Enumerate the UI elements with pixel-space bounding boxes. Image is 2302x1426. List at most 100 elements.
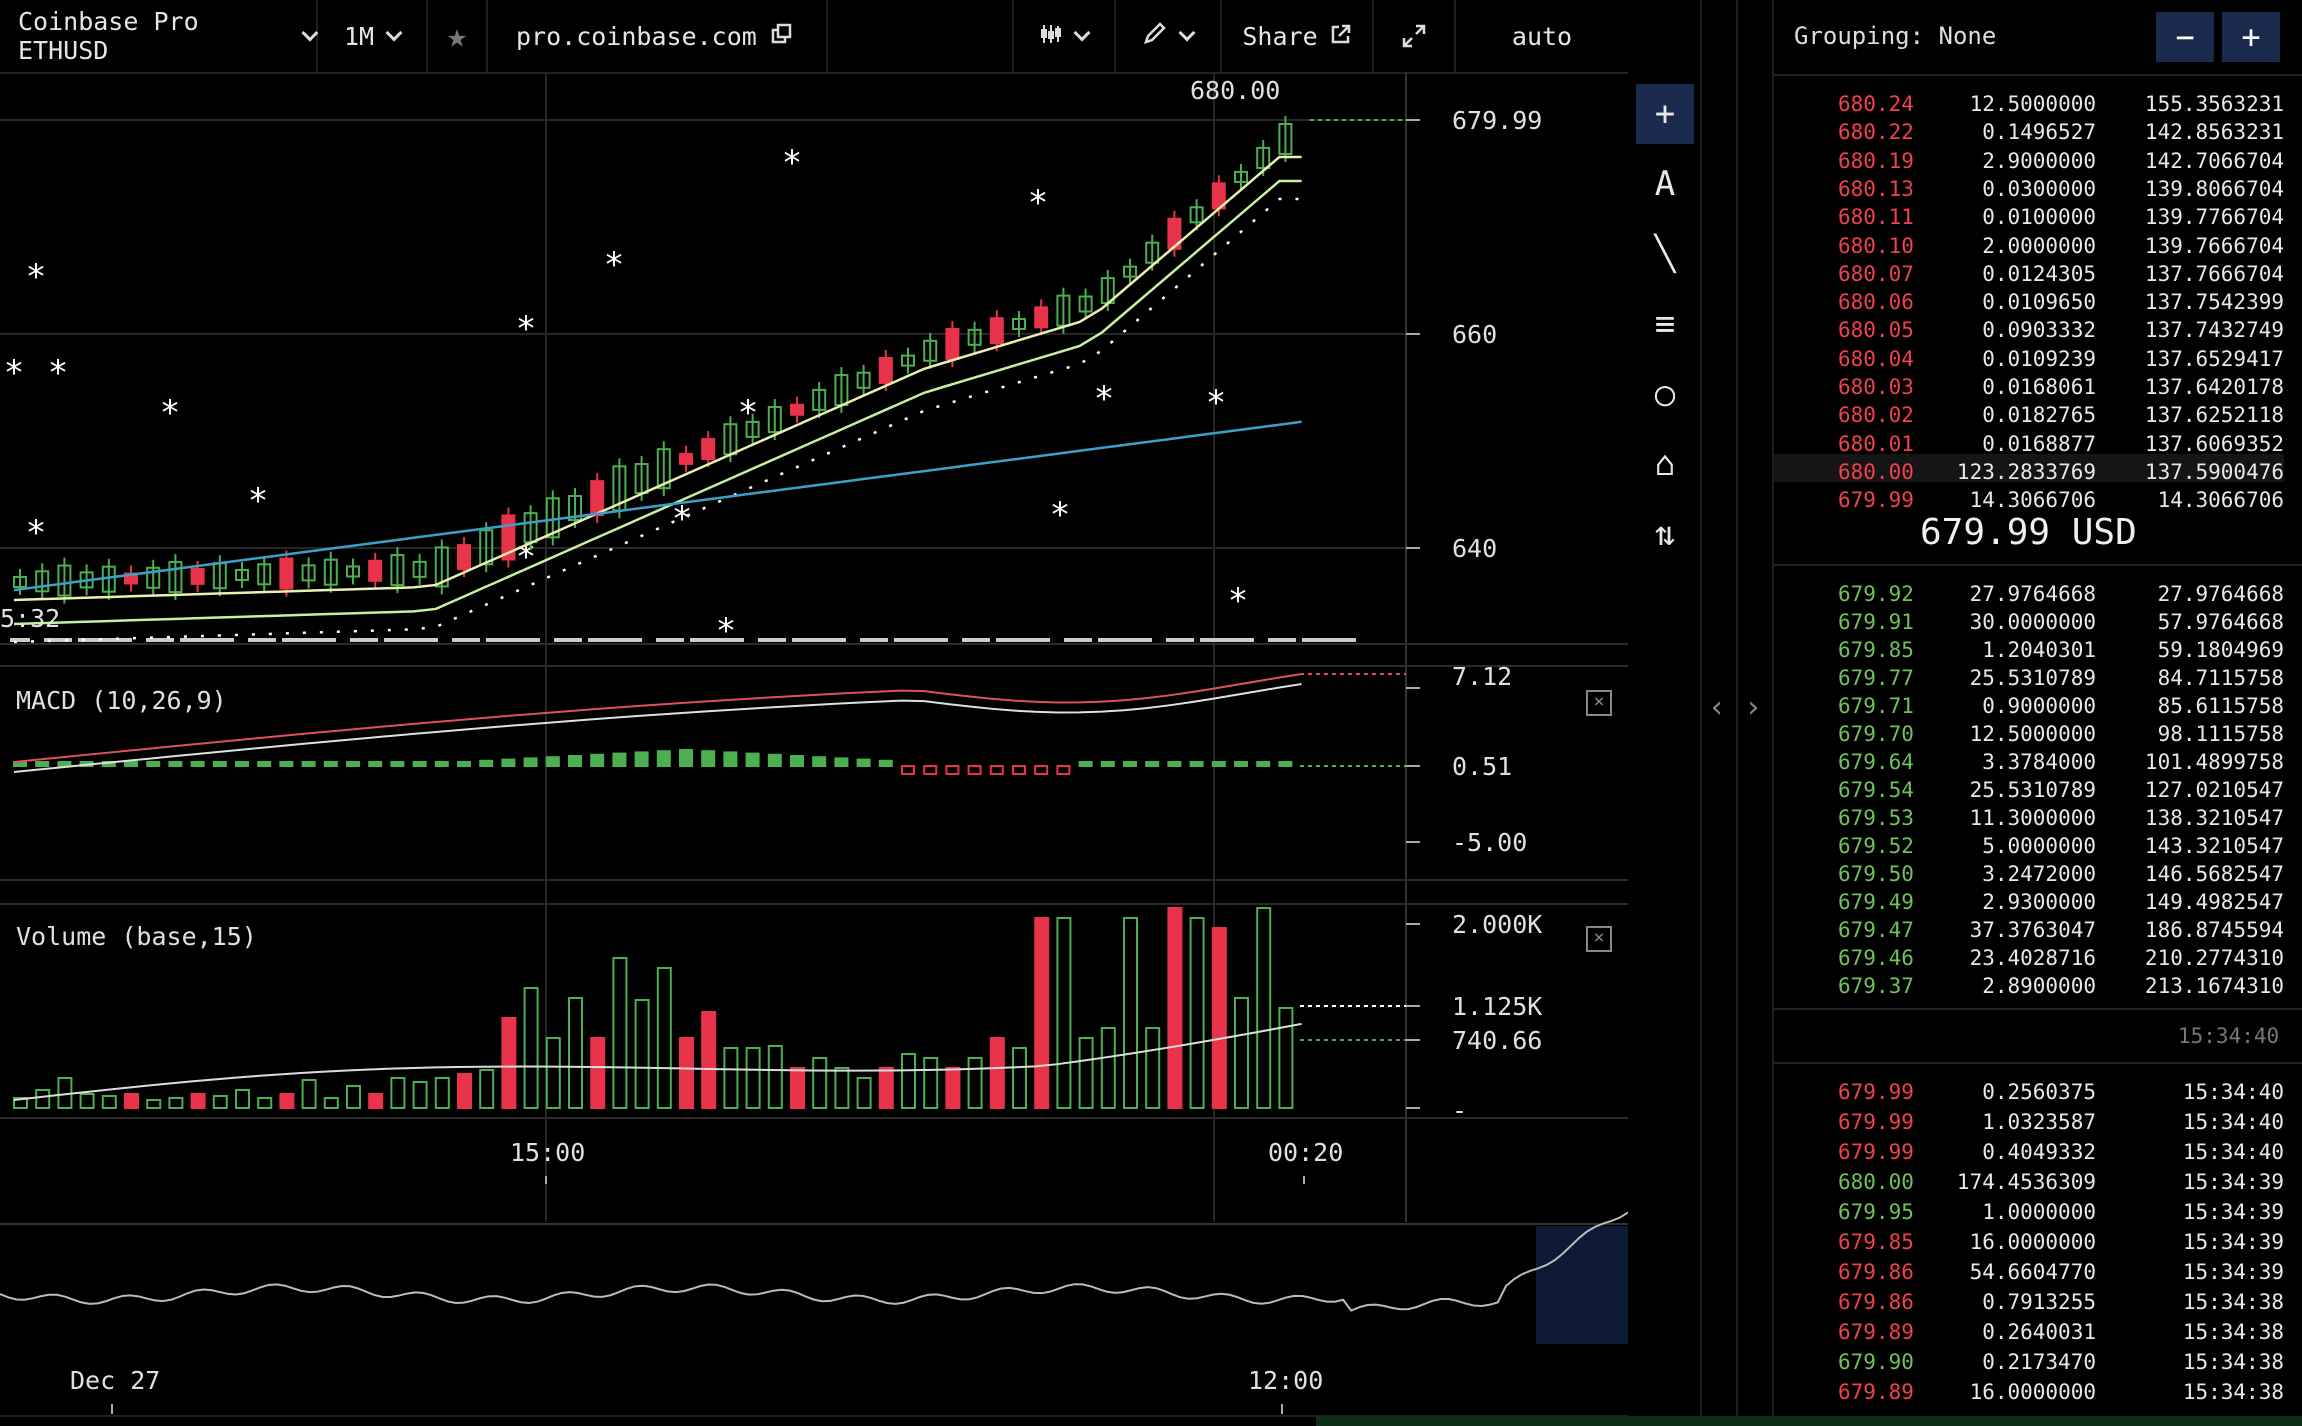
share-button[interactable]: Share xyxy=(1222,0,1374,72)
candle xyxy=(1034,306,1049,329)
orderbook-row[interactable]: 679.49 2.9300000 149.4982547 xyxy=(1774,888,2284,916)
volume-bar xyxy=(634,999,650,1109)
orderbook-row[interactable]: 679.54 25.5310789 127.0210547 xyxy=(1774,776,2284,804)
orderbook-row[interactable]: 679.86 0.7913255 15:34:38 xyxy=(1774,1288,2284,1316)
orderbook-row[interactable]: 679.47 37.3763047 186.8745594 xyxy=(1774,916,2284,944)
collapse-right-button[interactable]: › xyxy=(1744,690,1762,725)
collapse-left-button[interactable]: ‹ xyxy=(1708,690,1726,725)
star-icon[interactable]: ★ xyxy=(428,0,488,72)
orderbook-row[interactable]: 680.05 0.0903332 137.7432749 xyxy=(1774,316,2284,344)
volume-bar xyxy=(101,1095,117,1109)
orderbook-row[interactable]: 679.99 1.0323587 15:34:40 xyxy=(1774,1108,2284,1136)
macd-histogram-bar xyxy=(701,750,716,768)
interval-selector[interactable]: 1M xyxy=(318,0,428,72)
line-tool-icon[interactable]: ╲ xyxy=(1636,224,1694,284)
draw-selector[interactable] xyxy=(1116,0,1222,72)
orderbook-row[interactable]: 680.10 2.0000000 139.7666704 xyxy=(1774,232,2284,260)
orderbook-row[interactable]: 679.99 14.3066706 14.3066706 xyxy=(1774,486,2284,514)
price-chart[interactable]: ** **************** xyxy=(0,72,1628,1426)
orderbook-row[interactable]: 680.00 174.4536309 15:34:39 xyxy=(1774,1168,2284,1196)
macd-histogram-bar xyxy=(634,751,649,768)
scale-mode-toggle[interactable]: auto xyxy=(1456,0,1628,72)
orderbook-row[interactable]: 680.02 0.0182765 137.6252118 xyxy=(1774,401,2284,429)
volume-bar xyxy=(1145,1027,1161,1109)
move-tool-icon[interactable]: ⇅ xyxy=(1636,504,1694,564)
orderbook-row[interactable]: 679.46 23.4028716 210.2774310 xyxy=(1774,944,2284,972)
orderbook-row[interactable]: 680.03 0.0168061 137.6420178 xyxy=(1774,373,2284,401)
row-total: 15:34:40 xyxy=(2182,1110,2284,1134)
text-tool-icon[interactable]: A xyxy=(1636,154,1694,214)
orderbook-row[interactable]: 679.52 5.0000000 143.3210547 xyxy=(1774,832,2284,860)
orderbook-row[interactable]: 679.99 0.2560375 15:34:40 xyxy=(1774,1078,2284,1106)
row-price: 680.11 xyxy=(1838,205,1914,230)
orderbook-row[interactable]: 680.06 0.0109650 137.7542399 xyxy=(1774,288,2284,316)
orderbook-row[interactable]: 680.13 0.0300000 139.8066704 xyxy=(1774,175,2284,203)
orderbook-row[interactable]: 679.92 27.9764668 27.9764668 xyxy=(1774,580,2284,608)
star-marker: * xyxy=(1096,379,1113,419)
orderbook-row[interactable]: 679.99 0.4049332 15:34:40 xyxy=(1774,1138,2284,1166)
volume-bar xyxy=(323,1097,339,1109)
orderbook-row[interactable]: 679.86 54.6604770 15:34:39 xyxy=(1774,1258,2284,1286)
row-size: 16.0000000 xyxy=(1969,1380,2096,1404)
orderbook-row[interactable]: 679.53 11.3000000 138.3210547 xyxy=(1774,804,2284,832)
orderbook-row[interactable]: 679.64 3.3784000 101.4899758 xyxy=(1774,748,2284,776)
macd-label-mid: 0.51 xyxy=(1452,752,1513,781)
mini-volume-bar xyxy=(1234,638,1254,642)
mini-volume-bar xyxy=(622,638,642,642)
row-price: 680.13 xyxy=(1838,176,1914,201)
orderbook-row[interactable]: 679.77 25.5310789 84.7115758 xyxy=(1774,664,2284,692)
price-label-640: 640 xyxy=(1452,534,1498,563)
orderbook-row[interactable]: 679.89 16.0000000 15:34:38 xyxy=(1774,1378,2284,1406)
orderbook-row[interactable]: 680.24 12.5000000 155.3563231 xyxy=(1774,90,2284,118)
orderbook-row[interactable]: 679.90 0.2173470 15:34:38 xyxy=(1774,1348,2284,1376)
macd-histogram-bar xyxy=(57,761,72,767)
orderbook-row[interactable]: 680.04 0.0109239 137.6529417 xyxy=(1774,345,2284,373)
orderbook-row[interactable]: 679.89 0.2640031 15:34:38 xyxy=(1774,1318,2284,1346)
orderbook-row[interactable]: 679.50 3.2472000 146.5682547 xyxy=(1774,860,2284,888)
mini-volume-bar xyxy=(316,638,336,642)
volume-bar xyxy=(701,1011,717,1109)
volume-bar xyxy=(1189,917,1205,1109)
orderbook-row[interactable]: 680.22 0.1496527 142.8563231 xyxy=(1774,118,2284,146)
close-volume-icon[interactable]: × xyxy=(1586,926,1612,952)
macd-histogram-bar xyxy=(257,761,272,767)
copy-icon xyxy=(771,22,793,51)
volume-bar xyxy=(1123,917,1138,1109)
site-link[interactable]: pro.coinbase.com xyxy=(488,0,828,72)
volume-bar xyxy=(79,1093,95,1109)
grouping-increase-button[interactable]: + xyxy=(2222,12,2280,62)
circle-tool-icon[interactable]: ○ xyxy=(1636,364,1694,424)
orderbook-row[interactable]: 680.07 0.0124305 137.7666704 xyxy=(1774,260,2284,288)
row-price: 680.03 xyxy=(1838,375,1914,399)
macd-histogram-bar xyxy=(1167,761,1182,767)
orderbook-row[interactable]: 679.85 16.0000000 15:34:39 xyxy=(1774,1228,2284,1256)
orderbook-row[interactable]: 680.19 2.9000000 142.7066704 xyxy=(1774,147,2284,175)
mini-volume-bar xyxy=(962,638,990,642)
row-total: 213.1674310 xyxy=(2144,974,2284,998)
row-price: 679.37 xyxy=(1838,974,1914,998)
grouping-decrease-button[interactable]: − xyxy=(2156,12,2214,62)
chart-type-selector[interactable] xyxy=(1012,0,1116,72)
orderbook-row[interactable]: 680.11 0.0100000 139.7766704 xyxy=(1774,203,2284,231)
orderbook-row[interactable]: 679.91 30.0000000 57.9764668 xyxy=(1774,608,2284,636)
orderbook-row[interactable]: 679.37 2.8900000 213.1674310 xyxy=(1774,972,2284,1000)
orderbook-row[interactable]: 679.70 12.5000000 98.1115758 xyxy=(1774,720,2284,748)
measure-tool-icon[interactable]: ⌂ xyxy=(1636,434,1694,494)
star-marker: * xyxy=(1208,383,1225,423)
symbol-selector[interactable]: Coinbase Pro ETHUSD xyxy=(0,0,319,72)
expand-icon[interactable] xyxy=(1374,0,1456,72)
mini-volume-bar xyxy=(520,638,540,642)
orderbook-row[interactable]: 680.01 0.0168877 137.6069352 xyxy=(1774,430,2284,458)
candle xyxy=(701,438,716,461)
close-macd-icon[interactable]: × xyxy=(1586,690,1612,716)
fib-tool-icon[interactable]: ≡ xyxy=(1636,294,1694,354)
macd-histogram-bar xyxy=(568,755,582,767)
orderbook-row[interactable]: 680.00 123.2833769 137.5900476 xyxy=(1774,458,2284,486)
volume-bar xyxy=(1167,907,1183,1109)
volume-bar xyxy=(656,967,672,1109)
row-total: 15:34:40 xyxy=(2182,1080,2284,1104)
orderbook-row[interactable]: 679.71 0.9000000 85.6115758 xyxy=(1774,692,2284,720)
orderbook-row[interactable]: 679.85 1.2040301 59.1804969 xyxy=(1774,636,2284,664)
orderbook-row[interactable]: 679.95 1.0000000 15:34:39 xyxy=(1774,1198,2284,1226)
crosshair-icon[interactable]: + xyxy=(1636,84,1694,144)
